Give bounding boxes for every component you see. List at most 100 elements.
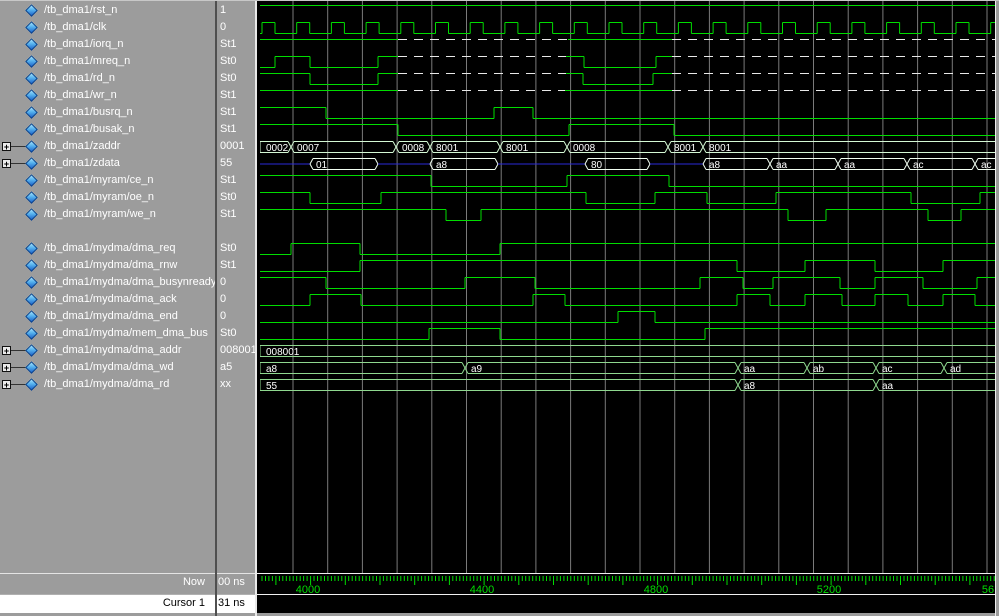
signal-row-dma-addr[interactable]: + /tb_dma1/mydma/dma_addr [0, 342, 216, 359]
svg-text:aa: aa [882, 381, 894, 392]
svg-text:ac: ac [882, 364, 893, 375]
signal-row-mreq-n[interactable]: /tb_dma1/mreq_n [0, 53, 216, 70]
diamond-icon [25, 344, 38, 357]
signal-name-label: /tb_dma1/iorq_n [44, 36, 124, 53]
svg-text:a8: a8 [744, 381, 756, 392]
signal-name-label: /tb_dma1/myram/oe_n [44, 189, 154, 206]
svg-text:8001: 8001 [506, 143, 529, 154]
svg-text:4400: 4400 [470, 584, 494, 594]
svg-text:aa: aa [776, 160, 788, 171]
now-value: 00 ns [218, 576, 255, 588]
diamond-icon [25, 174, 38, 187]
diamond-icon [25, 72, 38, 85]
signal-row-dma-ack[interactable]: /tb_dma1/mydma/dma_ack [0, 291, 216, 308]
signal-name-label: /tb_dma1/wr_n [44, 87, 117, 104]
signal-value-dma-addr: 008001 [220, 342, 255, 359]
signal-name-label: /tb_dma1/rd_n [44, 70, 115, 87]
signal-row-busak-n[interactable]: /tb_dma1/busak_n [0, 121, 216, 138]
svg-text:0008: 0008 [573, 143, 596, 154]
svg-text:4000: 4000 [296, 584, 320, 594]
cursor1-label: Cursor 1 [163, 597, 205, 609]
diamond-icon [25, 55, 38, 68]
signal-names-panel: /tb_dma1/rst_n/tb_dma1/clk/tb_dma1/iorq_… [0, 0, 216, 572]
svg-text:5200: 5200 [817, 584, 841, 594]
diamond-icon [25, 242, 38, 255]
diamond-icon [25, 89, 38, 102]
diamond-icon [25, 157, 38, 170]
plus-box-icon[interactable]: + [2, 380, 11, 389]
svg-text:a9: a9 [471, 364, 483, 375]
signal-name-label: /tb_dma1/mydma/mem_dma_bus [44, 325, 208, 342]
svg-text:4800: 4800 [644, 584, 668, 594]
values-wave-divider[interactable] [255, 0, 257, 616]
signal-row-zdata[interactable]: +/tb_dma1/zdata [0, 155, 216, 172]
signal-name-label: /tb_dma1/mydma/dma_end [44, 308, 178, 325]
diamond-icon [25, 259, 38, 272]
plus-box-icon[interactable]: + [2, 363, 11, 372]
signal-value-oe-n: St0 [220, 189, 255, 206]
now-row: Now 00 ns 400044004800520056 [0, 573, 999, 594]
timeline-ruler[interactable]: 400044004800520056 [257, 573, 995, 594]
now-row-left: Now 00 ns [0, 573, 257, 594]
diamond-icon [25, 310, 38, 323]
svg-text:ac: ac [981, 160, 992, 171]
signal-name-label: /tb_dma1/mydma/dma_addr [44, 342, 182, 359]
plus-box-icon[interactable]: + [2, 159, 11, 168]
signal-row-iorq-n[interactable]: /tb_dma1/iorq_n [0, 36, 216, 53]
signal-value-dma-end: 0 [220, 308, 255, 325]
signal-value-mreq-n: St0 [220, 53, 255, 70]
signal-row-mem-dma-bus[interactable]: /tb_dma1/mydma/mem_dma_bus [0, 325, 216, 342]
signal-row-dma-req[interactable]: /tb_dma1/mydma/dma_req [0, 240, 216, 257]
signal-row-ce-n[interactable]: /tb_dma1/myram/ce_n [0, 172, 216, 189]
signal-value-mem-dma-bus: St0 [220, 325, 255, 342]
signal-row-dma-busynready[interactable]: /tb_dma1/mydma/dma_busynready [0, 274, 216, 291]
waveform-area[interactable]: 0002000700088001800100088001800101a880a8… [257, 0, 995, 573]
svg-text:ac: ac [913, 160, 924, 171]
plus-box-icon[interactable]: + [2, 142, 11, 151]
window-top-border [0, 0, 999, 1]
diamond-icon [25, 293, 38, 306]
signal-row-dma-rnw[interactable]: /tb_dma1/mydma/dma_rnw [0, 257, 216, 274]
diamond-icon [25, 38, 38, 51]
signal-row-oe-n[interactable]: /tb_dma1/myram/oe_n [0, 189, 216, 206]
signal-name-label: /tb_dma1/myram/we_n [44, 206, 156, 223]
signal-row-busrq-n[interactable]: /tb_dma1/busrq_n [0, 104, 216, 121]
signal-row-dma-rd[interactable]: +/tb_dma1/mydma/dma_rd [0, 376, 216, 393]
signal-value-clk: 0 [220, 19, 255, 36]
signal-row-rd-n[interactable]: /tb_dma1/rd_n [0, 70, 216, 87]
cursor1-value[interactable]: 31 ns [218, 597, 255, 609]
signal-name-label: /tb_dma1/mydma/dma_ack [44, 291, 177, 308]
svg-text:8001: 8001 [436, 143, 459, 154]
names-values-divider[interactable] [215, 0, 217, 616]
signal-value-dma-wd: a5 [220, 359, 255, 376]
diamond-icon [25, 361, 38, 374]
svg-text:8001: 8001 [709, 143, 732, 154]
signal-row-clk[interactable]: /tb_dma1/clk [0, 19, 216, 36]
signal-row-rst-n[interactable]: /tb_dma1/rst_n [0, 2, 216, 19]
modelsim-wave-window: /tb_dma1/rst_n/tb_dma1/clk/tb_dma1/iorq_… [0, 0, 999, 616]
svg-text:55: 55 [266, 381, 278, 392]
signal-row-we-n[interactable]: /tb_dma1/myram/we_n [0, 206, 216, 223]
signal-value-rd-n: St0 [220, 70, 255, 87]
signal-name-label: /tb_dma1/myram/ce_n [44, 172, 153, 189]
signal-value-dma-busynready: 0 [220, 274, 255, 291]
diamond-icon [25, 208, 38, 221]
signal-row-dma-wd[interactable]: +/tb_dma1/mydma/dma_wd [0, 359, 216, 376]
diamond-icon [25, 21, 38, 34]
signal-value-iorq-n: St1 [220, 36, 255, 53]
now-label: Now [183, 576, 205, 588]
signal-value-busrq-n: St1 [220, 104, 255, 121]
svg-text:ad: ad [950, 364, 961, 375]
signal-row-wr-n[interactable]: /tb_dma1/wr_n [0, 87, 216, 104]
diamond-icon [25, 327, 38, 340]
signal-row-dma-end[interactable]: /tb_dma1/mydma/dma_end [0, 308, 216, 325]
signal-value-ce-n: St1 [220, 172, 255, 189]
signal-row-zaddr[interactable]: +/tb_dma1/zaddr [0, 138, 216, 155]
cursor-track[interactable] [257, 594, 995, 613]
svg-text:a8: a8 [436, 160, 448, 171]
svg-text:008001: 008001 [266, 347, 300, 358]
diamond-icon [25, 191, 38, 204]
signal-name-label: /tb_dma1/mydma/dma_req [44, 240, 175, 257]
plus-box-icon[interactable]: + [2, 346, 11, 355]
diamond-icon [25, 378, 38, 391]
